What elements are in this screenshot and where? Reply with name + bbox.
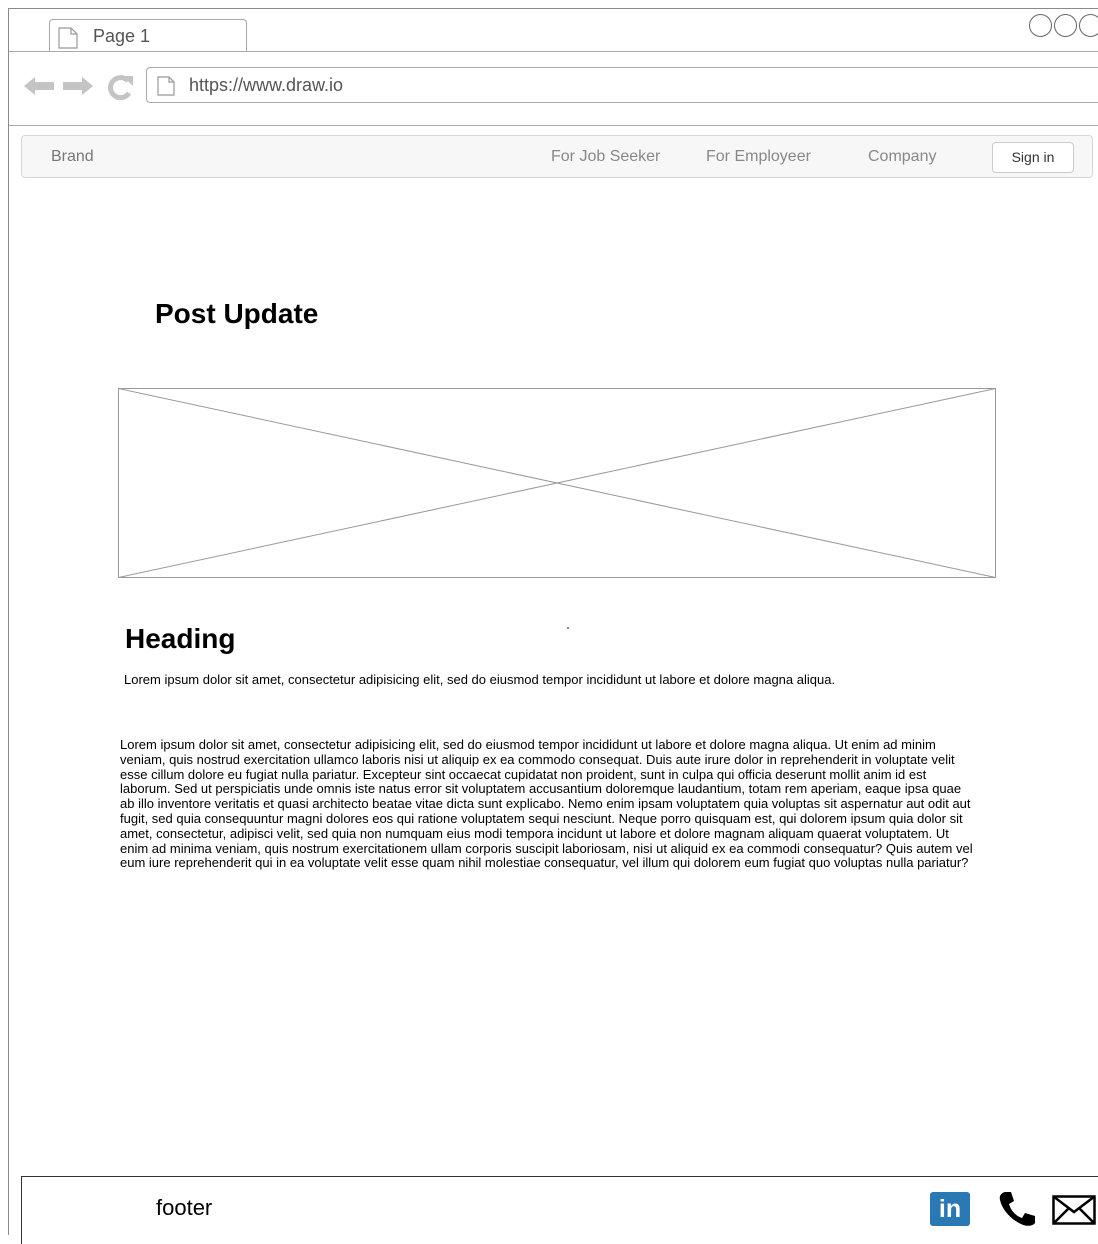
sign-in-button[interactable]: Sign in (992, 142, 1074, 173)
window-close-button[interactable] (1079, 14, 1098, 37)
url-text: https://www.draw.io (189, 75, 344, 95)
image-placeholder (118, 388, 996, 578)
page-title: Post Update (155, 298, 319, 329)
linkedin-icon[interactable]: in (930, 1192, 970, 1226)
mail-icon[interactable] (1052, 1195, 1096, 1225)
footer-label: footer (156, 1195, 213, 1220)
nav-link-for-job-seeker[interactable]: For Job Seeker (551, 148, 660, 166)
nav-link-company[interactable]: Company (868, 148, 936, 166)
lead-paragraph: Lorem ipsum dolor sit amet, consectetur … (124, 672, 836, 687)
tab-label: Page 1 (93, 26, 151, 46)
forward-arrow-icon[interactable] (62, 76, 94, 96)
body-paragraph: Lorem ipsum dolor sit amet, consectetur … (120, 737, 973, 871)
page-icon (157, 76, 175, 96)
browser-window: Page 1 https://www.draw.io Brand For Job… (8, 8, 1098, 1244)
tab-strip-divider (9, 51, 1098, 52)
reload-icon[interactable] (105, 73, 135, 101)
back-arrow-icon[interactable] (23, 76, 55, 96)
footer: footer in (21, 1176, 1098, 1244)
address-bar[interactable]: https://www.draw.io (146, 67, 1098, 103)
phone-icon[interactable] (997, 1191, 1037, 1227)
nav-link-for-employer[interactable]: For Employeer (706, 148, 811, 166)
window-minimize-button[interactable] (1029, 14, 1052, 37)
stray-dot (567, 627, 569, 629)
window-maximize-button[interactable] (1054, 14, 1077, 37)
section-heading: Heading (125, 623, 236, 654)
navbar: Brand For Job Seeker For Employeer Compa… (21, 135, 1093, 178)
tab-page-1[interactable]: Page 1 (49, 19, 247, 52)
address-bar-divider (9, 125, 1098, 126)
brand-link[interactable]: Brand (51, 148, 94, 166)
page-icon (58, 27, 78, 49)
